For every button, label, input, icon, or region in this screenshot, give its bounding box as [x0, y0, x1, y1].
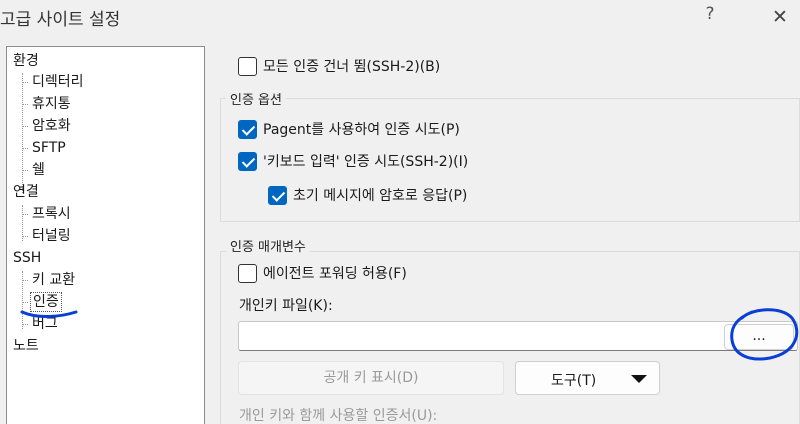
tree-item-proxy[interactable]: 프록시 — [32, 205, 71, 223]
tree-connector — [22, 236, 28, 237]
tree-item-sftp[interactable]: SFTP — [32, 139, 66, 157]
tree-item-note[interactable]: 노트 — [13, 337, 39, 355]
close-button[interactable]: ✕ — [768, 4, 792, 30]
tree-item-shell[interactable]: 쉘 — [32, 161, 45, 179]
keyboard-interactive-checkbox[interactable] — [238, 151, 257, 171]
agent-forwarding-label: 에이전트 포워딩 허용(F) — [263, 266, 407, 282]
settings-tree: 환경 디렉터리 휴지통 암호화 SFTP 쉘 연결 프록시 터널링 SSH 키 … — [6, 46, 205, 424]
tree-connector — [22, 82, 28, 83]
tree-connector — [22, 148, 28, 149]
tree-item-ssh[interactable]: SSH — [13, 249, 41, 267]
skip-all-auth-checkbox[interactable] — [238, 56, 257, 76]
tools-dropdown[interactable]: 도구(T) — [515, 361, 660, 395]
respond-with-password-label: 초기 메시지에 암호로 응답(P) — [293, 188, 468, 204]
tree-connector — [22, 170, 28, 171]
tools-dropdown-label: 도구(T) — [551, 373, 597, 389]
chevron-down-icon — [631, 375, 647, 383]
browse-key-button[interactable]: ... — [724, 324, 794, 350]
help-button[interactable]: ? — [698, 4, 722, 30]
tree-item-authentication[interactable]: 인증 — [30, 292, 62, 312]
skip-all-auth-label: 모든 인증 건너 뜀(SSH-2)(B) — [263, 59, 441, 75]
private-key-file-label: 개인키 파일(K): — [239, 298, 333, 314]
tree-connector — [22, 324, 28, 325]
agent-forwarding-option[interactable]: 에이전트 포워딩 허용(F) — [238, 263, 407, 283]
respond-with-password-checkbox[interactable] — [268, 185, 287, 205]
keyboard-interactive-option[interactable]: '키보드 입력' 인증 시도(SSH-2)(I) — [238, 151, 468, 171]
certificate-label: 개인 키와 함께 사용할 인증서(U): — [239, 408, 438, 424]
respond-with-password-option[interactable]: 초기 메시지에 암호로 응답(P) — [268, 185, 467, 205]
show-public-key-button[interactable]: 공개 키 표시(D) — [238, 361, 504, 395]
tree-item-directories[interactable]: 디렉터리 — [32, 73, 84, 91]
agent-forwarding-checkbox[interactable] — [238, 263, 257, 283]
auth-params-title: 인증 매개변수 — [226, 236, 310, 255]
tree-connector — [22, 73, 23, 193]
keyboard-interactive-label: '키보드 입력' 인증 시도(SSH-2)(I) — [263, 154, 469, 170]
tree-connector — [22, 280, 28, 281]
tree-connector — [22, 104, 28, 105]
skip-all-auth-option[interactable]: 모든 인증 건너 뜀(SSH-2)(B) — [238, 56, 440, 76]
tree-item-environment[interactable]: 환경 — [13, 52, 39, 70]
tree-connector — [22, 302, 28, 303]
auth-options-title: 인증 옵션 — [226, 89, 286, 108]
tree-item-tunneling[interactable]: 터널링 — [32, 227, 71, 245]
authentication-panel: 모든 인증 건너 뜀(SSH-2)(B) 인증 옵션 Pagent를 사용하여 … — [220, 40, 800, 424]
private-key-file-input[interactable] — [238, 321, 798, 351]
tree-item-bugs[interactable]: 버그 — [32, 315, 58, 333]
tree-connector — [22, 214, 28, 215]
tree-item-encryption[interactable]: 암호화 — [32, 117, 71, 135]
pageant-option[interactable]: Pagent를 사용하여 인증 시도(P) — [238, 119, 460, 139]
title-bar: 고급 사이트 설정 ? ✕ — [0, 0, 800, 36]
window-title: 고급 사이트 설정 — [0, 10, 121, 30]
tree-connector — [22, 126, 28, 127]
tree-item-connection[interactable]: 연결 — [13, 183, 39, 201]
pageant-checkbox[interactable] — [238, 119, 257, 139]
tree-item-key-exchange[interactable]: 키 교환 — [32, 271, 75, 289]
pageant-label: Pagent를 사용하여 인증 시도(P) — [263, 122, 460, 138]
tree-item-recycle-bin[interactable]: 휴지통 — [32, 95, 71, 113]
